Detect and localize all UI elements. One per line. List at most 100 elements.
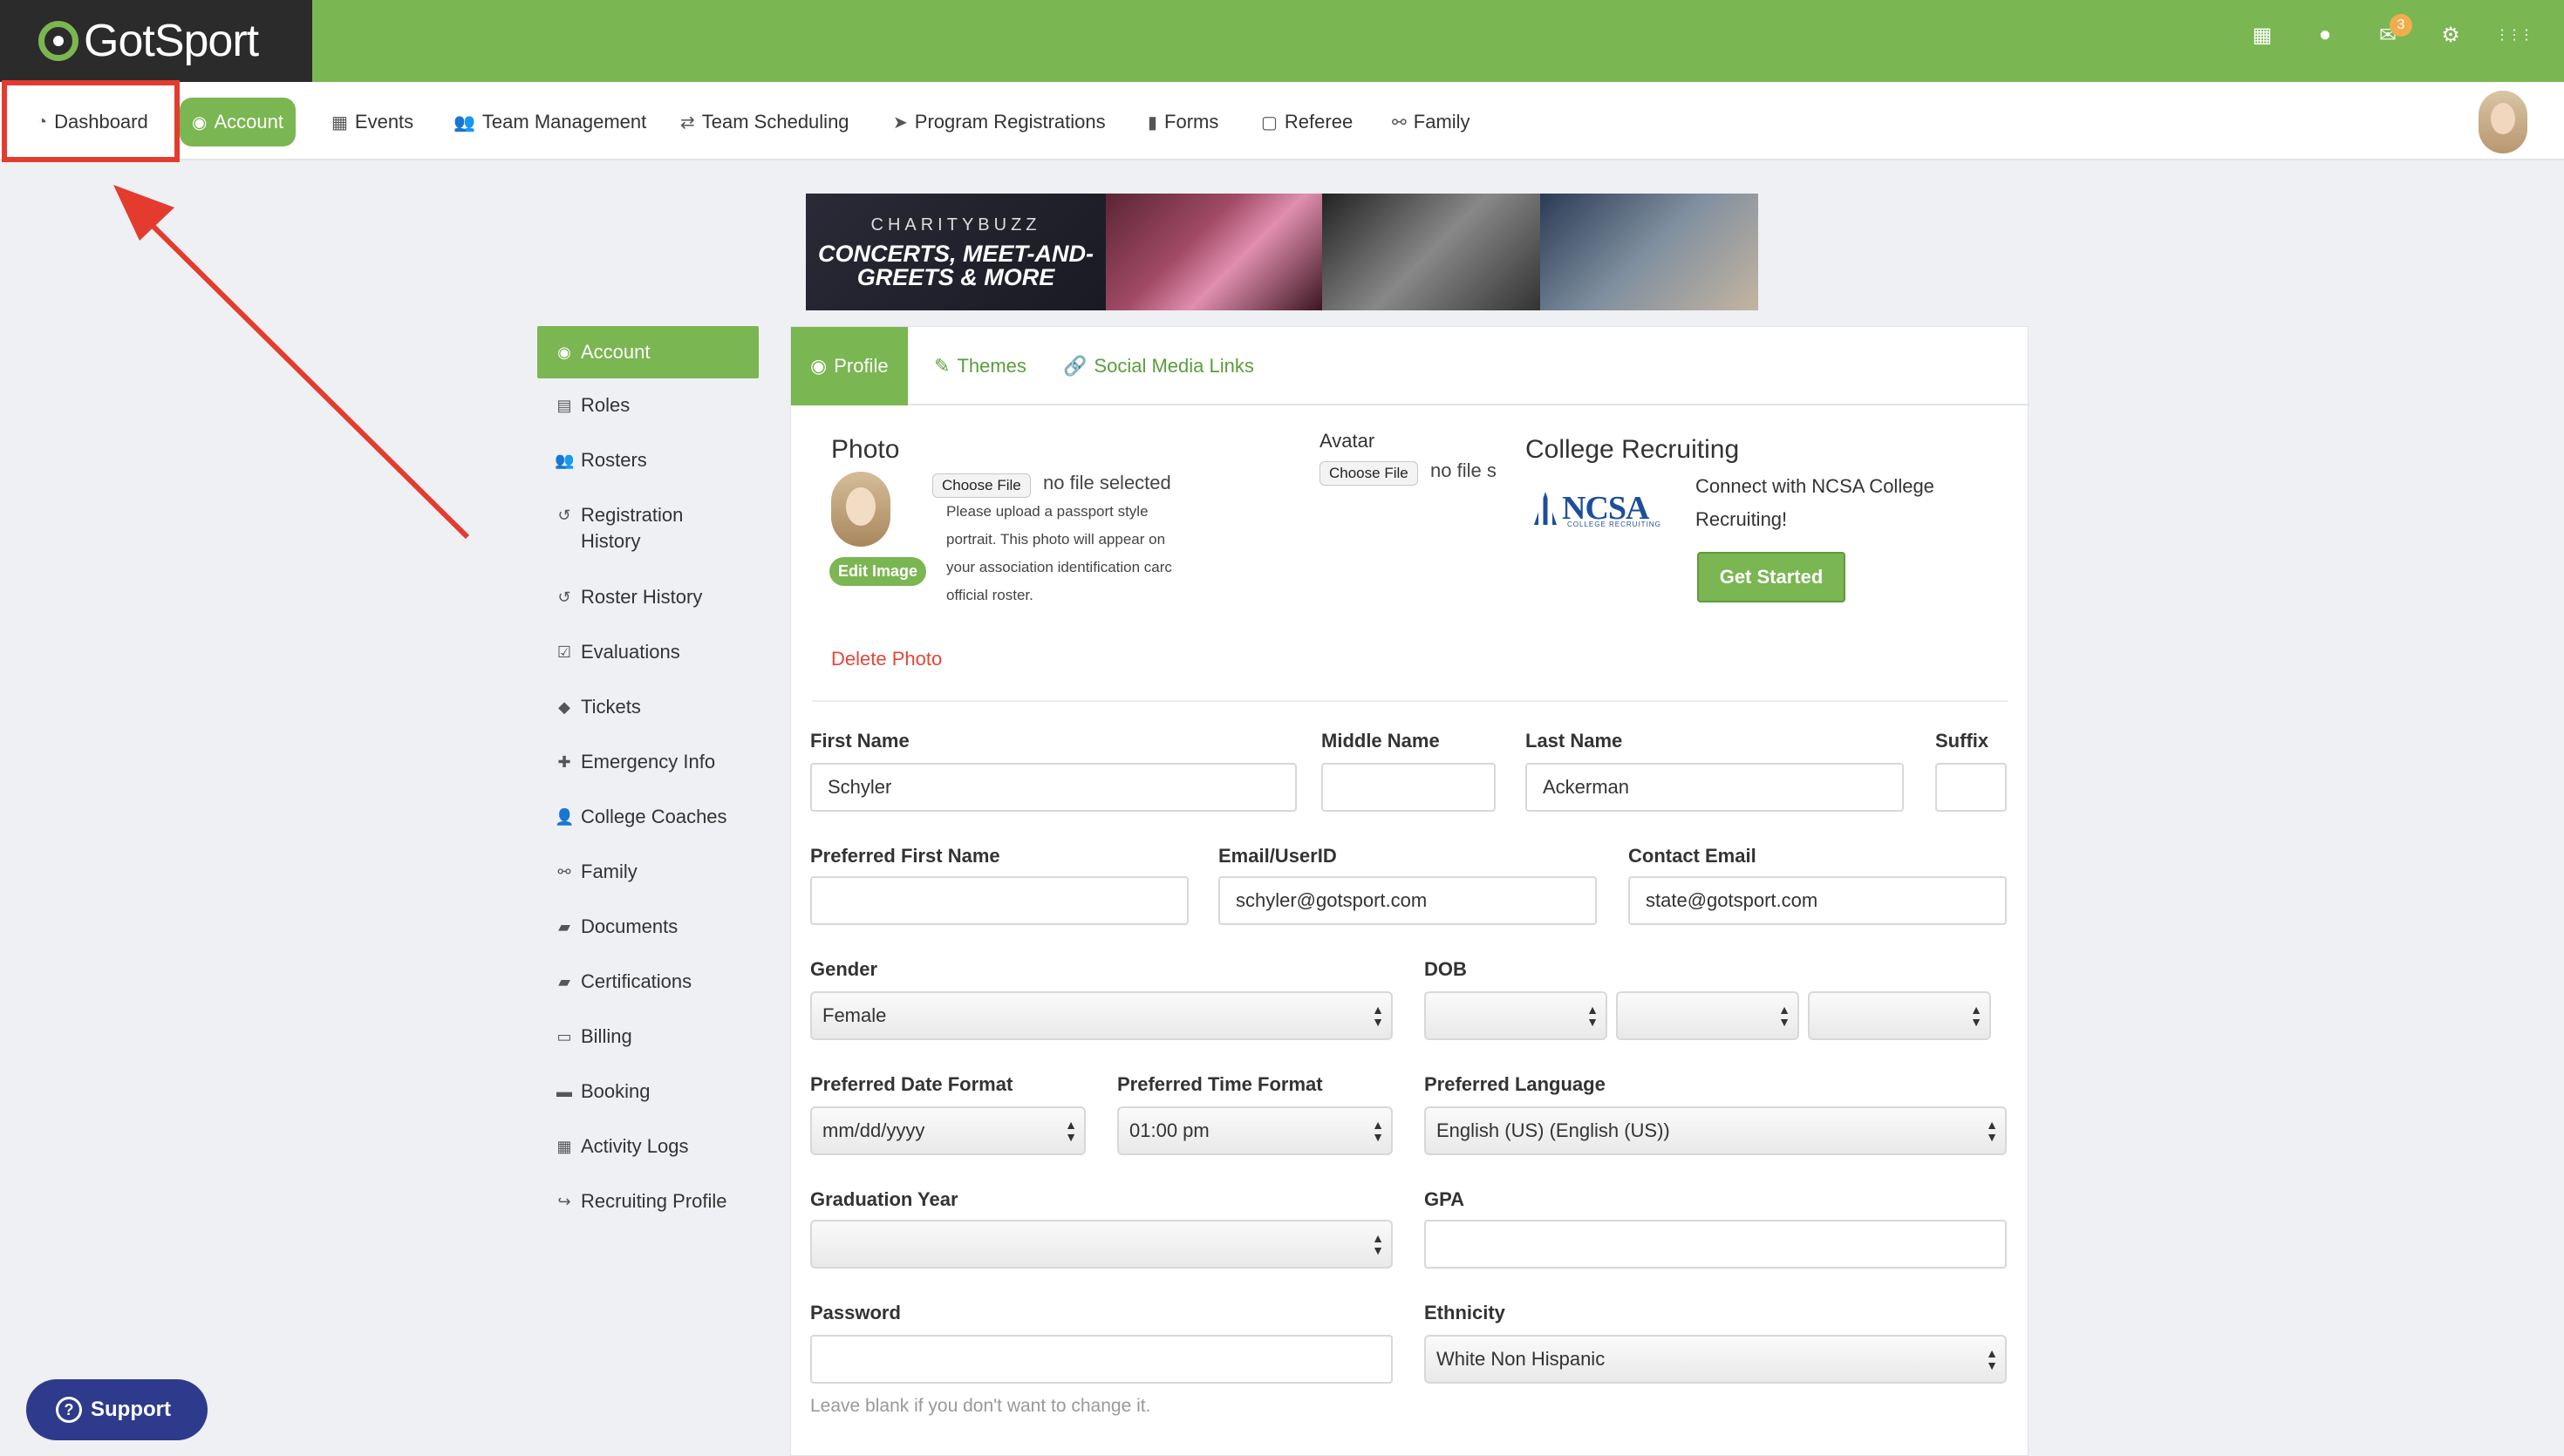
sidebar-item-booking[interactable]: ▬ Booking bbox=[537, 1078, 759, 1105]
last-name-label: Last Name bbox=[1525, 730, 1623, 752]
sidebar-item-evaluations[interactable]: ☑ Evaluations bbox=[537, 639, 759, 665]
preferred-first-name-input[interactable] bbox=[810, 876, 1189, 925]
delete-photo-link[interactable]: Delete Photo bbox=[831, 648, 942, 670]
sidebar-item-billing[interactable]: ▭ Billing bbox=[537, 1024, 759, 1050]
middle-name-input[interactable] bbox=[1321, 763, 1496, 812]
sidebar-item-certifications[interactable]: ▰ Certifications bbox=[537, 969, 759, 995]
main-nav: ◔ Dashboard ◉ Account ▦ Events 👥 Team Ma… bbox=[0, 82, 2564, 160]
calendar-check-icon: ☑ bbox=[556, 643, 572, 661]
sidebar-item-roster-history[interactable]: ↺ Roster History bbox=[537, 584, 759, 610]
gotsport-logo[interactable]: GotSport bbox=[0, 0, 312, 82]
graduation-year-label: Graduation Year bbox=[810, 1188, 958, 1210]
nav-account[interactable]: ◉ Account bbox=[180, 98, 296, 146]
sidebar-item-recruiting-profile[interactable]: ↪ Recruiting Profile bbox=[537, 1188, 759, 1214]
sitemap-icon: ⚯ bbox=[557, 863, 571, 881]
support-label: Support bbox=[91, 1398, 171, 1421]
nav-team-scheduling-label: Team Scheduling bbox=[701, 111, 849, 133]
photo-title: Photo bbox=[831, 435, 900, 464]
sidebar-item-family[interactable]: ⚯ Family bbox=[537, 859, 759, 885]
graduation-year-select[interactable]: ▲ ▼ bbox=[810, 1220, 1393, 1269]
ethnicity-value: White Non Hispanic bbox=[1436, 1348, 1606, 1370]
tab-profile-label: Profile bbox=[834, 355, 889, 377]
language-select[interactable]: English (US) (English (US)) ▲ ▼ bbox=[1424, 1106, 2007, 1155]
user-avatar[interactable] bbox=[2479, 91, 2527, 153]
gpa-input[interactable] bbox=[1424, 1220, 2007, 1269]
tab-social-label: Social Media Links bbox=[1094, 355, 1254, 377]
ad-banner[interactable]: CHARITYBUZZ CONCERTS, MEET-AND-GREETS & … bbox=[806, 194, 1758, 310]
sidebar-item-tickets[interactable]: ◆ Tickets bbox=[537, 694, 759, 720]
last-name-input[interactable]: Ackerman bbox=[1525, 763, 1904, 812]
banner-photo-1 bbox=[1106, 194, 1322, 310]
tab-social-media-links[interactable]: 🔗 Social Media Links bbox=[1044, 327, 1273, 405]
language-label: Preferred Language bbox=[1424, 1073, 1606, 1095]
top-bar: GotSport ▦ ● ✉ 3 ⚙ ⋮⋮⋮ bbox=[0, 0, 2564, 82]
user-icon: 👤 bbox=[555, 808, 575, 826]
id-card-icon: ▤ bbox=[556, 397, 572, 414]
paint-brush-icon: ✎ bbox=[934, 355, 951, 377]
qr-code-icon[interactable]: ▦ bbox=[2231, 17, 2294, 52]
banner-photo-3 bbox=[1540, 194, 1758, 310]
time-format-select[interactable]: 01:00 pm ▲ ▼ bbox=[1117, 1106, 1393, 1155]
date-format-select[interactable]: mm/dd/yyyy ▲ ▼ bbox=[810, 1106, 1086, 1155]
tab-profile[interactable]: ◉ Profile bbox=[791, 327, 908, 405]
preferred-first-name-label: Preferred First Name bbox=[810, 845, 1000, 867]
avatar-choose-file-button[interactable]: Choose File bbox=[1320, 461, 1418, 486]
photo-note-line: Please upload a passport style bbox=[946, 503, 1149, 520]
sidebar-item-label: Billing bbox=[581, 1025, 632, 1047]
sidebar-item-label: Booking bbox=[581, 1080, 651, 1102]
contact-email-input[interactable]: state@gotsport.com bbox=[1628, 876, 2007, 925]
college-text-line: Recruiting! bbox=[1695, 508, 1788, 530]
nav-family[interactable]: ⚯ Family bbox=[1380, 98, 1483, 146]
top-icons: ▦ ● ✉ 3 ⚙ ⋮⋮⋮ bbox=[2231, 14, 2545, 52]
sidebar-item-rosters[interactable]: 👥 Rosters bbox=[537, 447, 759, 473]
dob-day-select[interactable]: ▲ ▼ bbox=[1616, 991, 1799, 1040]
nav-referee[interactable]: ▢ Referee bbox=[1249, 98, 1365, 146]
nav-program-registrations[interactable]: ➤ Program Registrations bbox=[881, 98, 1118, 146]
gender-select[interactable]: Female ▲ ▼ bbox=[810, 991, 1393, 1040]
sidebar-item-account[interactable]: ◉ Account bbox=[537, 326, 759, 378]
password-input[interactable] bbox=[810, 1335, 1393, 1384]
nav-team-scheduling[interactable]: ⇄ Team Scheduling bbox=[668, 98, 862, 146]
banner-big-text: CONCERTS, MEET-AND-GREETS & MORE bbox=[817, 240, 1094, 290]
apps-grid-icon[interactable]: ⋮⋮⋮ bbox=[2482, 17, 2545, 52]
sidebar-item-label: Account bbox=[581, 341, 651, 363]
sidebar-item-label: Roles bbox=[581, 394, 631, 416]
calendar-icon: ▦ bbox=[331, 112, 348, 133]
dob-month-select[interactable]: ▲ ▼ bbox=[1424, 991, 1607, 1040]
sidebar-item-registration-history[interactable]: ↺ Registration History bbox=[537, 502, 759, 555]
user-icon[interactable]: ● bbox=[2294, 17, 2356, 52]
photo-choose-file-button[interactable]: Choose File bbox=[932, 473, 1031, 498]
nav-forms[interactable]: ▮ Forms bbox=[1135, 98, 1231, 146]
folder-icon: ▰ bbox=[558, 973, 570, 990]
select-caret-icon: ▲ ▼ bbox=[1586, 1003, 1599, 1029]
gear-icon[interactable]: ⚙ bbox=[2419, 17, 2482, 52]
dob-year-select[interactable]: ▲ ▼ bbox=[1808, 991, 1991, 1040]
gender-value: Female bbox=[822, 1004, 887, 1026]
dob-label: DOB bbox=[1424, 958, 1467, 980]
sidebar-item-activity-logs[interactable]: ▦ Activity Logs bbox=[537, 1133, 759, 1160]
tab-themes[interactable]: ✎ Themes bbox=[915, 327, 1046, 405]
email-userid-input[interactable]: schyler@gotsport.com bbox=[1218, 876, 1597, 925]
nav-team-management[interactable]: 👥 Team Management bbox=[441, 98, 658, 146]
suffix-input[interactable] bbox=[1935, 763, 2007, 812]
sidebar-item-emergency-info[interactable]: ✚ Emergency Info bbox=[537, 749, 759, 775]
sidebar-item-roles[interactable]: ▤ Roles bbox=[537, 392, 759, 418]
support-button[interactable]: ? Support bbox=[26, 1379, 208, 1440]
get-started-button[interactable]: Get Started bbox=[1697, 552, 1845, 602]
nav-events[interactable]: ▦ Events bbox=[319, 98, 426, 146]
sidebar-item-label: Registration History bbox=[581, 504, 684, 552]
first-name-input[interactable]: Schyler bbox=[810, 763, 1297, 812]
sidebar-item-documents[interactable]: ▰ Documents bbox=[537, 914, 759, 940]
sidebar-item-college-coaches[interactable]: 👤 College Coaches bbox=[537, 804, 759, 830]
edit-image-button[interactable]: Edit Image bbox=[829, 557, 927, 586]
password-label: Password bbox=[810, 1302, 901, 1323]
help-circle-icon: ? bbox=[56, 1397, 82, 1423]
calendar-outline-icon: ▢ bbox=[1261, 112, 1278, 133]
ethnicity-select[interactable]: White Non Hispanic ▲ ▼ bbox=[1424, 1335, 2007, 1384]
sidebar-item-label: Recruiting Profile bbox=[581, 1190, 727, 1212]
sidebar-item-label: Tickets bbox=[581, 696, 641, 718]
mail-icon[interactable]: ✉ 3 bbox=[2356, 14, 2419, 52]
select-caret-icon: ▲ ▼ bbox=[1372, 1231, 1384, 1257]
select-caret-icon: ▲ ▼ bbox=[1986, 1346, 1998, 1372]
sidebar-item-label: Emergency Info bbox=[581, 751, 716, 772]
